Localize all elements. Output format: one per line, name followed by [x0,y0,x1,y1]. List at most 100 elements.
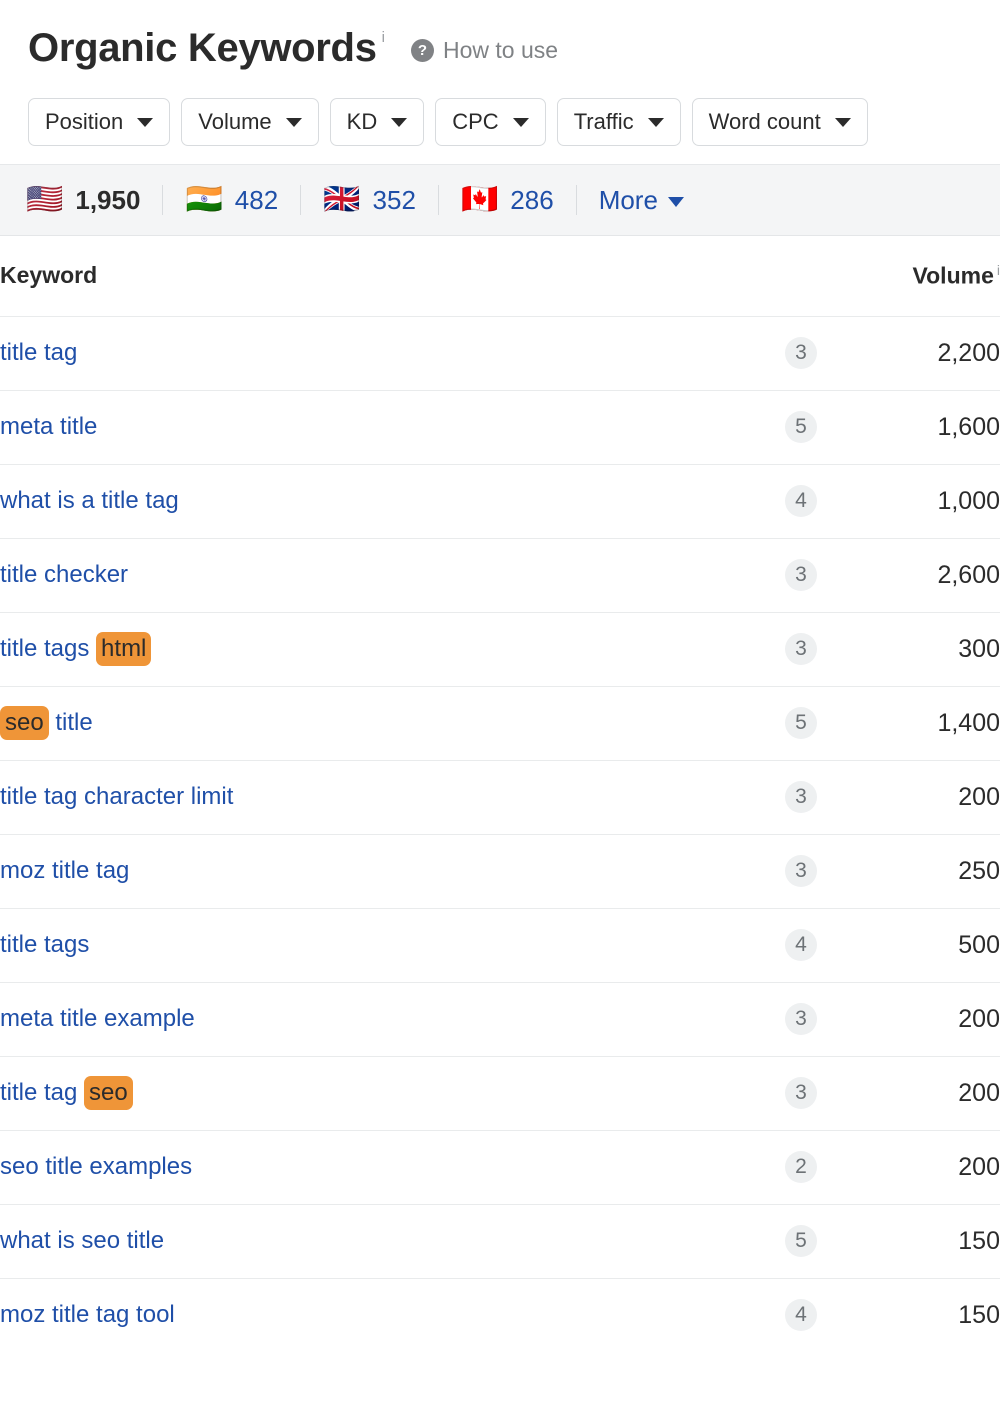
table-header: Keyword Volume i [0,236,1000,316]
table-row: moz title tag 3 250 [0,834,1000,908]
keyword-link[interactable]: meta title [0,413,97,440]
filter-position[interactable]: Position [28,98,171,146]
chevron-down-icon [667,196,684,207]
table-header-row: Keyword Volume i [0,236,1000,316]
position-badge: 3 [785,559,817,591]
cell-volume: 2,600 [937,560,1000,589]
cell-keyword: moz title tag [0,834,762,908]
keyword-text: title checker [0,561,129,588]
keyword-text: meta title [0,413,98,440]
cell-keyword: title tag seo [0,1056,762,1130]
cell-volume: 150 [958,1300,1000,1329]
chevron-down-icon [512,117,529,127]
cell-volume: 1,600 [937,412,1000,441]
keyword-text: title tag [0,1079,85,1106]
cell-position: 3 [762,316,840,390]
cell-volume: 200 [958,1152,1000,1181]
filter-kd[interactable]: KD [329,98,425,146]
keyword-text: title tags [0,931,90,958]
table-row: title checker 3 2,600 [0,538,1000,612]
keyword-link[interactable]: seo title examples [0,1153,192,1180]
cell-volume: 250 [958,856,1000,885]
keyword-link[interactable]: title tags [0,931,89,958]
country-filter-united-states[interactable]: 🇺🇸 1,950 [26,185,162,216]
divider [437,185,439,215]
keyword-link[interactable]: title checker [0,561,128,588]
keyword-link[interactable]: seo title [0,706,93,740]
how-to-use-label: How to use [442,37,559,63]
filter-word-count-label: Word count [708,109,821,134]
filter-word-count[interactable]: Word count [691,98,868,146]
cell-volume: 1,000 [937,486,1000,515]
filter-cpc[interactable]: CPC [435,98,546,146]
cell-keyword: meta title [0,390,762,464]
cell-keyword: seo title examples [0,1130,762,1204]
table-row: title tag seo 3 200 [0,1056,1000,1130]
column-header-keyword[interactable]: Keyword [0,236,762,316]
cell-position: 3 [762,760,840,834]
chevron-down-icon [834,117,851,127]
chevron-down-icon [137,117,154,127]
keyword-text: what is seo title [0,1227,165,1254]
keyword-link[interactable]: what is seo title [0,1227,164,1254]
title-info-icon[interactable]: i [382,30,385,45]
keyword-link[interactable]: title tags html [0,632,152,666]
keyword-text: seo title examples [0,1153,193,1180]
cell-position: 4 [762,464,840,538]
cell-keyword: title tags html [0,612,762,686]
table-row: what is seo title 5 150 [0,1204,1000,1278]
cell-keyword: what is seo title [0,1204,762,1278]
position-badge: 3 [785,633,817,665]
filter-traffic[interactable]: Traffic [556,98,681,146]
country-filter-united-kingdom[interactable]: 🇬🇧 352 [323,185,438,216]
cell-keyword: moz title tag tool [0,1278,762,1352]
filter-kd-label: KD [346,109,378,134]
keyword-link[interactable]: moz title tag tool [0,1301,175,1328]
title-row: Organic Keywords i ? How to use [28,24,1000,76]
cell-position: 3 [762,982,840,1056]
position-badge: 3 [785,1077,817,1109]
table-row: title tag character limit 3 200 [0,760,1000,834]
cell-position: 3 [762,538,840,612]
position-badge: 4 [785,929,817,961]
cell-position: 4 [762,1278,840,1352]
position-badge: 5 [785,1225,817,1257]
divider [575,185,577,215]
keyword-link[interactable]: title tag character limit [0,783,233,810]
filter-traffic-label: Traffic [573,109,634,134]
keyword-link[interactable]: meta title example [0,1005,195,1032]
organic-keywords-page: Organic Keywords i ? How to use Position… [0,0,1000,1412]
country-count-gb: 352 [372,184,416,215]
table-row: meta title 5 1,600 [0,390,1000,464]
position-badge: 5 [785,411,817,443]
keyword-text: what is a title tag [0,487,179,514]
filter-volume[interactable]: Volume [181,98,319,146]
chevron-down-icon [391,117,408,127]
more-countries-button[interactable]: More [599,185,684,216]
flag-icon-gb: 🇬🇧 [323,183,361,216]
country-count-in: 482 [234,184,279,215]
keyword-text: moz title tag tool [0,1301,175,1329]
position-badge: 3 [785,781,817,813]
keyword-link[interactable]: title tag seo [0,1076,133,1110]
page-header: Organic Keywords i ? How to use [0,0,1000,76]
cell-position: 5 [762,686,840,760]
keyword-text: meta title example [0,1005,195,1032]
cell-volume: 200 [958,782,1000,811]
keyword-text: title tag character limit [0,783,234,810]
cell-volume: 2,200 [937,338,1000,367]
column-header-volume[interactable]: Volume i [840,236,1000,316]
how-to-use-link[interactable]: ? How to use [410,37,559,64]
cell-position: 5 [762,1204,840,1278]
keyword-link[interactable]: moz title tag [0,857,129,884]
country-filter-india[interactable]: 🇮🇳 482 [185,185,300,216]
position-badge: 5 [785,707,817,739]
keyword-link[interactable]: what is a title tag [0,487,179,514]
keyword-text: title [48,709,93,736]
table-row: title tag 3 2,200 [0,316,1000,390]
cell-volume: 200 [958,1078,1000,1107]
keyword-link[interactable]: title tag [0,339,77,366]
keyword-highlight: html [96,632,152,666]
position-badge: 3 [785,855,817,887]
country-filter-canada[interactable]: 🇨🇦 286 [461,185,576,216]
